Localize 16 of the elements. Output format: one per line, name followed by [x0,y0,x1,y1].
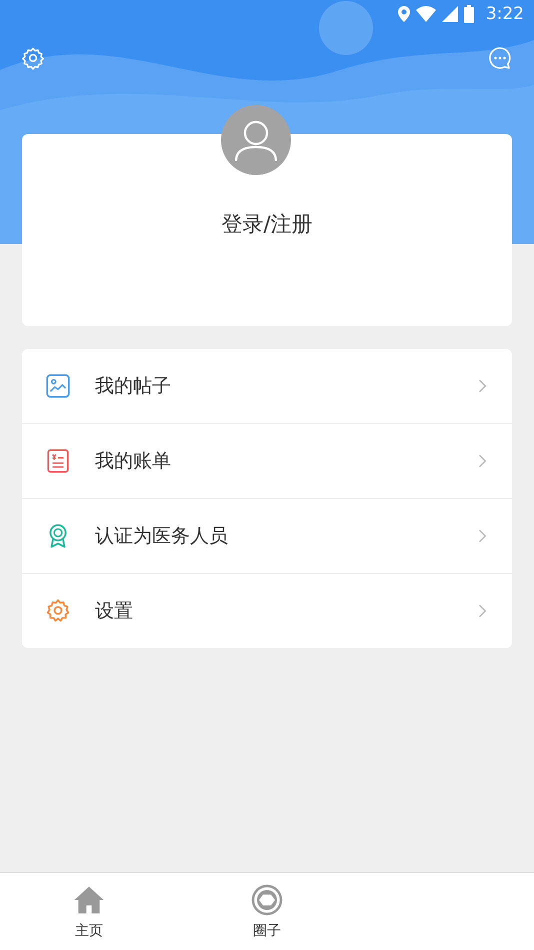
menu-item[interactable]: 我的账单 [22,424,512,499]
battery-icon [464,5,474,23]
aperture-icon [251,884,283,916]
nav-tab[interactable]: 圈子 [178,873,356,950]
menu-item[interactable]: 我的帖子 [22,349,512,424]
location-icon [398,6,410,22]
nav-tab[interactable]: 主页 [0,873,178,950]
avatar-icon[interactable] [221,105,291,175]
settings-icon[interactable] [21,46,45,70]
status-time: 3:22 [486,4,524,24]
menu-item[interactable]: 设置 [22,574,512,648]
login-link[interactable]: 登录/注册 [221,210,313,238]
chat-icon[interactable] [488,46,512,70]
wifi-icon [416,6,436,22]
menu-item[interactable]: 认证为医务人员 [22,499,512,574]
signal-icon [442,6,458,22]
